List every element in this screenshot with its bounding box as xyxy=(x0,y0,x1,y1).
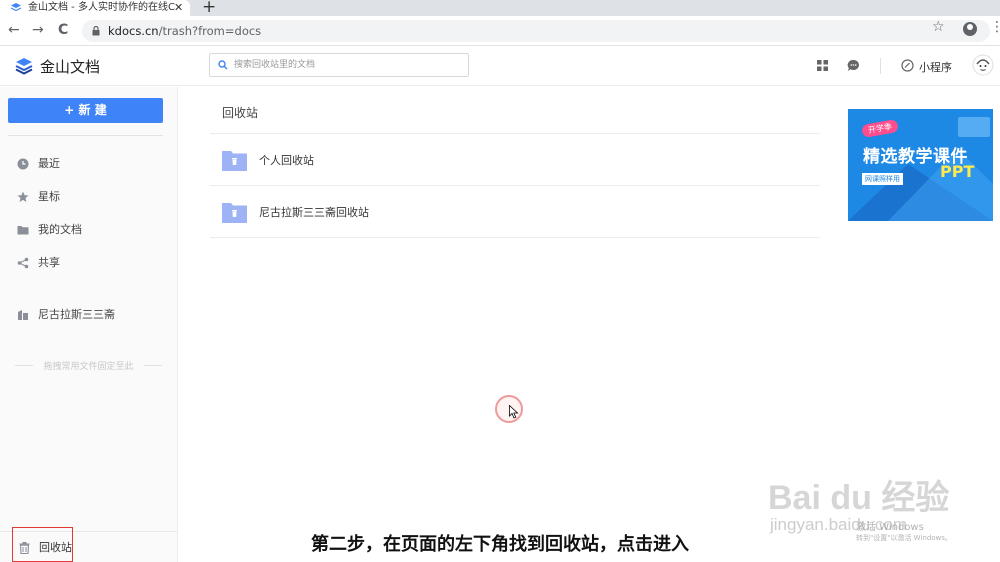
sidebar-item-label: 最近 xyxy=(38,157,60,170)
list-item-label: 个人回收站 xyxy=(259,154,314,167)
baidu-watermark: Bai du 经验 xyxy=(768,479,950,517)
trash-folder-icon xyxy=(222,203,247,223)
new-button[interactable]: + 新 建 xyxy=(8,98,163,123)
mini-program-link[interactable]: 小程序 xyxy=(919,59,952,75)
address-bar[interactable]: kdocs.cn/trash?from=docs xyxy=(82,20,990,42)
kdocs-favicon-icon xyxy=(10,3,22,12)
ad-subtitle: 网课照样用 xyxy=(862,173,903,185)
sidebar-item-shared[interactable]: 共享 xyxy=(17,255,60,271)
bookmark-star-icon[interactable]: ☆ xyxy=(932,19,945,35)
row-divider xyxy=(210,185,820,186)
list-item-label: 尼古拉斯三三斋回收站 xyxy=(259,206,369,219)
kdocs-logo-icon[interactable] xyxy=(14,56,34,76)
browser-menu-icon[interactable]: ⋮ xyxy=(990,19,1000,35)
ad-banner[interactable]: 开学季 精选教学课件 PPT 网课照样用 xyxy=(848,109,993,221)
star-icon xyxy=(17,191,29,202)
page-title: 回收站 xyxy=(222,106,259,120)
browser-tab-bar: 金山文档 - 多人实时协作的在线C ✕ + xyxy=(0,0,1000,17)
sidebar-item-starred[interactable]: 星标 xyxy=(17,189,60,205)
apps-grid-icon[interactable] xyxy=(817,60,828,71)
forward-button[interactable]: → xyxy=(32,22,44,38)
lock-icon xyxy=(92,26,100,36)
search-input[interactable]: 搜索回收站里的文档 xyxy=(209,53,469,77)
account-icon[interactable] xyxy=(963,22,977,36)
sidebar: + 新 建 最近 星标 我的文档 共享 尼古拉斯三三斋 拖拽常用文件固定至此 回… xyxy=(0,87,178,562)
row-divider xyxy=(210,237,820,238)
message-icon[interactable] xyxy=(847,59,860,72)
pin-hint: 拖拽常用文件固定至此 xyxy=(15,359,162,372)
sidebar-item-label: 星标 xyxy=(38,190,60,203)
ad-ppt-label: PPT xyxy=(940,162,975,181)
browser-tab[interactable]: 金山文档 - 多人实时协作的在线C ✕ xyxy=(0,0,190,16)
url-path: /trash?from=docs xyxy=(158,24,262,38)
sidebar-item-label: 尼古拉斯三三斋 xyxy=(38,308,115,321)
back-button[interactable]: ← xyxy=(8,22,20,38)
app-header: 金山文档 搜索回收站里的文档 小程序 xyxy=(0,46,1000,86)
sidebar-item-label: 我的文档 xyxy=(38,223,82,236)
url-host: kdocs.cn xyxy=(108,24,159,38)
share-icon xyxy=(17,257,29,269)
reload-button[interactable]: C xyxy=(58,22,68,38)
sidebar-item-recent[interactable]: 最近 xyxy=(17,156,60,172)
list-item[interactable]: 个人回收站 xyxy=(222,149,314,173)
browser-tab-title: 金山文档 - 多人实时协作的在线C xyxy=(28,2,175,13)
folder-icon xyxy=(17,226,29,235)
team-building-icon xyxy=(18,310,28,320)
search-icon xyxy=(218,60,228,70)
sidebar-item-my-docs[interactable]: 我的文档 xyxy=(17,222,82,238)
search-placeholder: 搜索回收站里的文档 xyxy=(234,60,316,70)
app-logo-text[interactable]: 金山文档 xyxy=(40,56,100,77)
user-avatar-icon[interactable] xyxy=(972,54,994,76)
trash-folder-icon xyxy=(222,151,247,171)
new-tab-button[interactable]: + xyxy=(202,0,216,17)
browser-toolbar: ← → C kdocs.cn/trash?from=docs ☆ ⋮ xyxy=(0,16,1000,46)
mini-program-icon[interactable] xyxy=(901,59,914,72)
sidebar-divider xyxy=(8,135,163,136)
mouse-cursor-icon xyxy=(509,405,519,419)
sidebar-item-label: 共享 xyxy=(38,256,60,269)
list-item[interactable]: 尼古拉斯三三斋回收站 xyxy=(222,201,369,225)
header-divider xyxy=(880,58,881,74)
close-tab-icon[interactable]: ✕ xyxy=(174,0,183,16)
video-subtitle: 第二步，在页面的左下角找到回收站，点击进入 xyxy=(311,534,689,555)
clock-icon xyxy=(17,158,29,170)
title-divider xyxy=(210,133,820,134)
sidebar-item-team[interactable]: 尼古拉斯三三斋 xyxy=(17,307,115,323)
